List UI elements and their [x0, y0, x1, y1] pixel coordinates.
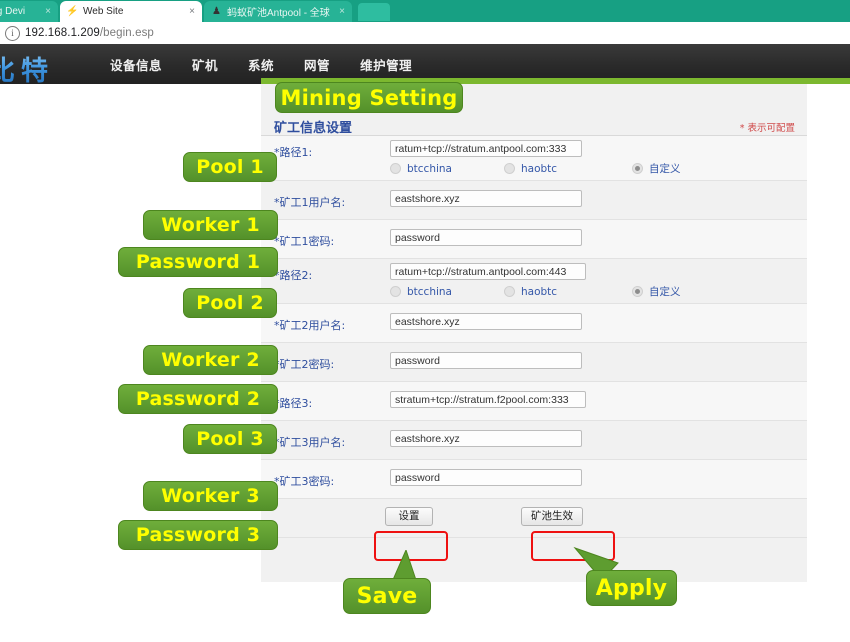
nav-item-miner[interactable]: 矿机: [192, 55, 218, 74]
radio-label: btcchina: [407, 162, 452, 175]
miner-settings-panel: 矿工信息设置 * 表示可配置 *路径1: btcchina haobtc 自定义: [261, 84, 807, 582]
label-worker3: *矿工3用户名:: [274, 436, 346, 449]
radio-pool1-haobtc[interactable]: haobtc: [504, 163, 632, 175]
radio-group-pool2: btcchina haobtc 自定义: [390, 284, 681, 299]
form-row-password1: *矿工1密码:: [261, 220, 807, 259]
annotation-pool-1: Pool 1: [183, 152, 277, 182]
radio-dot-icon: [504, 286, 515, 297]
browser-chrome: ing Devi × ⚡ Web Site × ♟ 蚂蚁矿池Antpool - …: [0, 0, 850, 45]
tab-title: Web Site: [83, 6, 124, 17]
browser-tab-3[interactable]: ♟ 蚂蚁矿池Antpool - 全球 ×: [204, 1, 352, 22]
input-pool1[interactable]: [390, 140, 582, 157]
input-pool2[interactable]: [390, 263, 586, 280]
label-pool1: *路径1:: [274, 146, 313, 159]
radio-dot-icon: [390, 286, 401, 297]
radio-dot-icon: [390, 163, 401, 174]
annotation-pool-2: Pool 2: [183, 288, 277, 318]
radio-label: haobtc: [521, 285, 558, 298]
annotation-worker-3: Worker 3: [143, 481, 278, 511]
label-worker2: *矿工2用户名:: [274, 319, 346, 332]
radio-label: 自定义: [649, 286, 681, 298]
form-row-worker2: *矿工2用户名:: [261, 304, 807, 343]
radio-pool1-custom[interactable]: 自定义: [632, 161, 681, 176]
input-pool3[interactable]: [390, 391, 586, 408]
form-row-pool1: *路径1: btcchina haobtc 自定义: [261, 136, 807, 181]
site-logo: 比特: [0, 49, 54, 88]
input-worker2[interactable]: [390, 313, 582, 330]
annotation-password-1: Password 1: [118, 247, 278, 277]
label-worker1: *矿工1用户名:: [274, 196, 346, 209]
apply-pool-button[interactable]: 矿池生效: [521, 507, 583, 526]
input-password1[interactable]: [390, 229, 582, 246]
nav-item-maintenance[interactable]: 维护管理: [360, 55, 412, 74]
browser-tabstrip: ing Devi × ⚡ Web Site × ♟ 蚂蚁矿池Antpool - …: [0, 0, 850, 22]
new-tab-button[interactable]: [358, 3, 390, 21]
label-pool3: *路径3:: [274, 397, 313, 410]
annotation-password-2: Password 2: [118, 384, 278, 414]
tab-title: 蚂蚁矿池Antpool - 全球: [227, 8, 330, 19]
nav-item-device-info[interactable]: 设备信息: [110, 55, 162, 74]
form-row-password3: *矿工3密码:: [261, 460, 807, 499]
radio-label: btcchina: [407, 285, 452, 298]
radio-pool2-custom[interactable]: 自定义: [632, 284, 681, 299]
label-pool2: *路径2:: [274, 269, 313, 282]
tab-close-icon[interactable]: ×: [186, 6, 198, 17]
page-title: 矿工信息设置: [274, 121, 353, 136]
nav-item-network[interactable]: 网管: [304, 55, 330, 74]
annotation-pool-3: Pool 3: [183, 424, 277, 454]
browser-omnibox[interactable]: i 192.168.1.209/begin.esp: [0, 22, 850, 45]
tab-close-icon[interactable]: ×: [336, 6, 348, 17]
configurable-note: * 表示可配置: [739, 123, 795, 134]
radio-dot-checked-icon: [632, 163, 643, 174]
label-password3: *矿工3密码:: [274, 475, 335, 488]
radio-pool1-btcchina[interactable]: btcchina: [390, 163, 504, 175]
radio-dot-checked-icon: [632, 286, 643, 297]
annotation-save: Save: [343, 578, 431, 614]
radio-dot-icon: [504, 163, 515, 174]
save-button[interactable]: 设置: [385, 507, 433, 526]
radio-label: haobtc: [521, 162, 558, 175]
input-worker3[interactable]: [390, 430, 582, 447]
url-path: /begin.esp: [99, 27, 154, 39]
tab-close-icon[interactable]: ×: [42, 6, 54, 17]
annotation-mining-setting: Mining Setting: [275, 82, 463, 113]
page-info-icon[interactable]: i: [5, 25, 20, 41]
form-button-row: 设置 矿池生效: [261, 499, 807, 538]
input-password2[interactable]: [390, 352, 582, 369]
form-row-pool2: *路径2: btcchina haobtc 自定义: [261, 259, 807, 304]
ant-favicon-icon: ♟: [212, 5, 221, 17]
annotation-password-3: Password 3: [118, 520, 278, 550]
radio-pool2-haobtc[interactable]: haobtc: [504, 286, 632, 298]
tab-title: ing Devi: [0, 6, 26, 17]
annotation-apply: Apply: [586, 570, 677, 606]
browser-tab-1[interactable]: ing Devi ×: [0, 1, 58, 22]
url-host: 192.168.1.209: [25, 27, 100, 39]
page-body: 矿工信息设置 * 表示可配置 *路径1: btcchina haobtc 自定义: [0, 84, 850, 642]
input-password3[interactable]: [390, 469, 582, 486]
label-password2: *矿工2密码:: [274, 358, 335, 371]
radio-group-pool1: btcchina haobtc 自定义: [390, 161, 681, 176]
form-row-worker1: *矿工1用户名:: [261, 181, 807, 220]
nav-item-system[interactable]: 系统: [248, 55, 274, 74]
url-text: 192.168.1.209/begin.esp: [25, 27, 154, 39]
form-row-password2: *矿工2密码:: [261, 343, 807, 382]
annotation-worker-2: Worker 2: [143, 345, 278, 375]
input-worker1[interactable]: [390, 190, 582, 207]
radio-pool2-btcchina[interactable]: btcchina: [390, 286, 504, 298]
lightning-bolt-icon: ⚡: [66, 5, 79, 17]
label-password1: *矿工1密码:: [274, 235, 335, 248]
form-row-pool3: *路径3:: [261, 382, 807, 421]
browser-tab-2[interactable]: ⚡ Web Site ×: [60, 1, 202, 22]
radio-label: 自定义: [649, 163, 681, 175]
form-row-worker3: *矿工3用户名:: [261, 421, 807, 460]
annotation-worker-1: Worker 1: [143, 210, 278, 240]
